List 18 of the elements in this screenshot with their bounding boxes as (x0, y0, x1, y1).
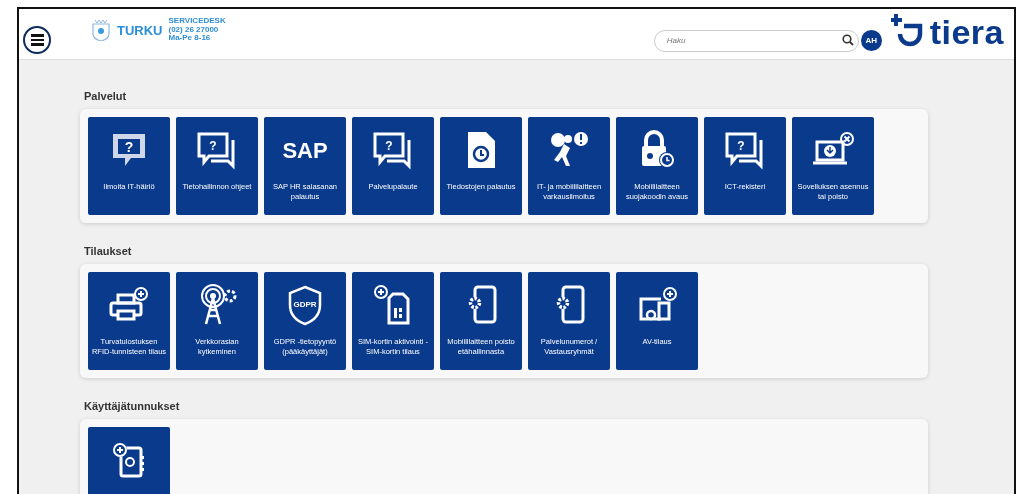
servicedesk-info: SERVICEDESK (168, 17, 226, 26)
user-avatar[interactable]: AH (860, 29, 882, 51)
sim-card-plus-icon (373, 284, 413, 326)
search-field[interactable]: Haku (653, 29, 859, 52)
logo-text: tiera (929, 16, 1004, 48)
section-title: Käyttäjätunnukset (84, 400, 181, 412)
menu-button[interactable] (23, 26, 51, 54)
logo-icon (889, 12, 924, 48)
file-history-icon (465, 130, 497, 170)
section-title: Tilaukset (84, 245, 133, 257)
shield-icon: GDPR (286, 284, 324, 326)
servicedesk-info: Ma-Pe 8-16 (168, 34, 212, 43)
search-icon[interactable] (841, 34, 854, 46)
wordmark-icon: SAP (277, 135, 333, 165)
brand-name: TURKU (117, 22, 163, 38)
servicedesk-info: (02) 26 27000 (168, 25, 220, 34)
city-crest-icon (91, 19, 111, 41)
section-title: Palvelut (84, 90, 128, 102)
